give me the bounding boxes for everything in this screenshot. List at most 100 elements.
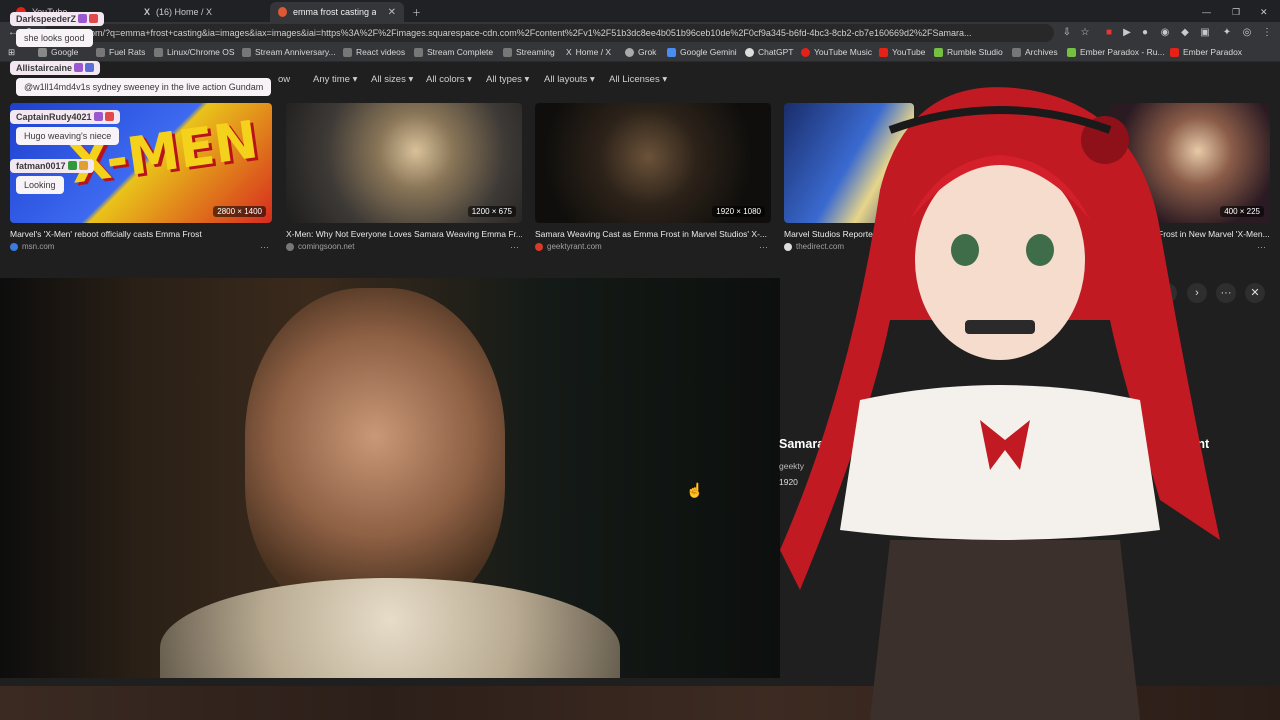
filter-type[interactable]: All types ▾ [486,74,529,85]
rumble-icon [1067,47,1076,57]
bookmark-star-icon[interactable]: ☆ [1078,26,1092,40]
chat-username: CaptainRudy4021 [10,110,120,124]
bookmark-react-videos[interactable]: React videos [343,47,405,57]
chat-message: Looking [16,176,64,194]
new-tab-button[interactable]: ＋ [404,2,429,22]
filter-license[interactable]: All Licenses ▾ [609,74,667,85]
folder-icon [343,47,352,57]
puzzle-icon[interactable]: ✦ [1220,26,1234,40]
bookmark-stream-anniversary[interactable]: Stream Anniversary... [242,47,336,57]
portrait-face [245,288,505,618]
sub-badge-icon [78,14,88,23]
vtuber-avatar [780,87,1220,720]
cast-icon[interactable]: ◉ [1158,26,1172,40]
badge-icon [78,161,88,170]
chatgpt-icon [745,47,754,57]
menu-icon[interactable]: ⋮ [1260,26,1274,40]
result-image-3[interactable]: 1920 × 1080 [535,103,771,223]
result-source[interactable]: comingsoon.net [286,242,354,251]
lace-collar [160,578,620,678]
shield-icon[interactable]: ◆ [1178,26,1192,40]
folder-icon [503,47,512,57]
image-dimensions: 1200 × 675 [467,206,516,217]
chat-message: @w1ll14md4v1s sydney sweeney in the live… [16,78,272,96]
folder-icon [1012,47,1021,57]
result-source[interactable]: geektyrant.com [535,242,602,251]
bookmark-google[interactable]: Google [38,47,78,57]
bookmark-x-home[interactable]: X Home / X [566,47,611,57]
result-caption[interactable]: Samara Weaving Cast as Emma Frost in Mar… [535,229,771,239]
folder-icon [38,47,47,57]
bookmark-chatgpt[interactable]: ChatGPT [745,47,793,57]
avatar-eye-left [951,234,979,266]
bookmark-ember-paradox[interactable]: Ember Paradox [1170,47,1242,57]
image-dimensions: 1920 × 1080 [712,206,765,217]
more-options-icon[interactable]: ··· [510,242,519,252]
close-window-button[interactable]: ✕ [1252,2,1276,22]
url-input[interactable]: duckgo.com/?q=emma+frost+casting&ia=imag… [44,24,1054,42]
bookmark-gemini[interactable]: Google Gemini [667,47,737,57]
badge-icon [85,63,95,72]
avatar-blouse [840,385,1160,540]
install-icon[interactable]: ⇩ [1060,26,1074,40]
result-caption[interactable]: Marvel's 'X-Men' reboot officially casts… [10,229,246,239]
duckduckgo-icon [278,7,287,17]
filter-time[interactable]: Any time ▾ [313,74,357,85]
avatar-corset [870,540,1140,720]
bookmark-streaming[interactable]: Streaming [503,47,555,57]
chat-username: Allistaircaine [10,61,101,75]
cursor-icon: ☝ [686,482,704,498]
youtube-icon [879,47,888,57]
gemini-icon [667,47,676,57]
address-bar: ← ↻ duckgo.com/?q=emma+frost+casting&ia=… [0,22,1280,44]
apps-icon[interactable]: ⊞ [8,47,15,58]
bookmark-youtube-music[interactable]: YouTube Music [801,47,872,57]
result-image-2[interactable]: 1200 × 675 [286,103,522,223]
folder-icon [414,47,423,57]
result-caption[interactable]: X-Men: Why Not Everyone Loves Samara Wea… [286,229,522,239]
more-options-icon[interactable]: ··· [260,242,269,252]
maximize-button[interactable]: ❐ [1224,2,1248,22]
extension-icon[interactable]: ■ [1102,26,1116,40]
filter-size[interactable]: All sizes ▾ [371,74,413,85]
tab-x-home[interactable]: X (16) Home / X [136,2,268,22]
chat-message: Hugo weaving's niece [16,127,120,145]
trash-icon[interactable]: ▣ [1198,26,1212,40]
rumble-icon [934,47,943,57]
badge-icon [104,112,114,121]
badge-icon [89,14,99,23]
bookmark-linux[interactable]: Linux/Chrome OS [154,47,235,57]
filter-color[interactable]: All colors ▾ [426,74,472,85]
play-icon[interactable]: ▶ [1120,26,1134,40]
chat-message: she looks good [16,29,93,47]
x-icon: X [566,47,572,57]
moderator-badge-icon [67,161,77,170]
filter-safe-search[interactable]: ow [278,74,290,85]
bookmark-youtube[interactable]: YouTube [879,47,925,57]
globe-icon[interactable]: ● [1138,26,1152,40]
close-tab-icon[interactable]: ✕ [388,7,396,18]
bookmark-stream-complete[interactable]: Stream Complete [414,47,493,57]
bookmark-archives[interactable]: Archives [1012,47,1058,57]
bookmark-ember-paradox-rumble[interactable]: Ember Paradox - Ru... [1067,47,1165,57]
close-preview-button[interactable]: ✕ [1245,283,1265,303]
x-icon: X [144,7,151,17]
more-options-icon[interactable]: ··· [1257,242,1266,252]
filter-layout[interactable]: All layouts ▾ [544,74,595,85]
msn-icon [10,242,18,251]
tab-duckduckgo[interactable]: emma frost casting at Du ✕ [270,2,404,22]
tab-label: emma frost casting at Du [292,7,376,17]
avatar-choker [965,320,1035,334]
grok-icon [625,47,634,57]
result-source[interactable]: msn.com [10,242,54,251]
minimize-button[interactable]: — [1194,2,1219,22]
bookmark-fuel-rats[interactable]: Fuel Rats [96,47,145,57]
profile-icon[interactable]: ◎ [1240,26,1254,40]
folder-icon [242,47,251,57]
youtube-music-icon [801,47,810,57]
chat-username: DarkspeederZ [10,12,105,26]
image-preview[interactable] [0,278,780,678]
bookmark-grok[interactable]: Grok [625,47,656,57]
site-icon [286,242,294,251]
bookmark-rumble[interactable]: Rumble Studio [934,47,1003,57]
